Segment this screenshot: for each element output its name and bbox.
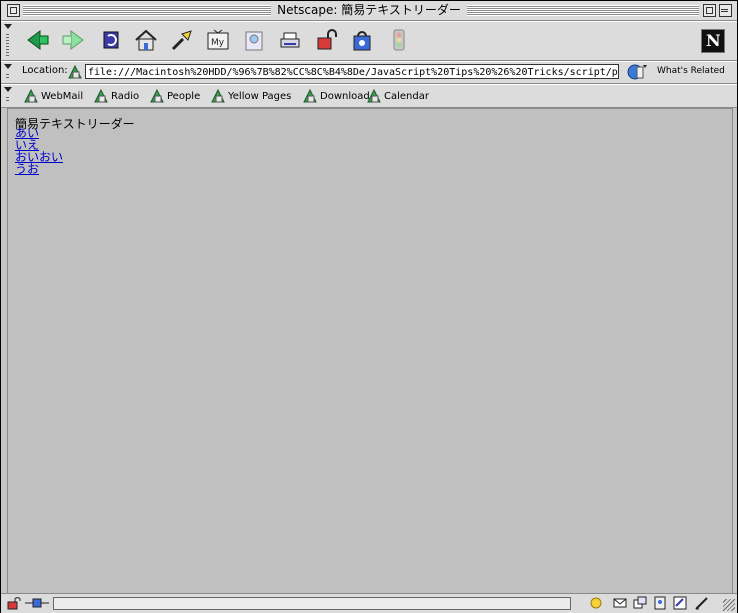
bookmark-icon [303, 88, 317, 103]
progress-bar [53, 597, 571, 610]
personal-item-webmail[interactable]: WebMail [23, 88, 83, 104]
svg-text:My: My [211, 38, 225, 48]
images-button[interactable] [241, 27, 267, 53]
page-content: 簡易テキストリーダー あい いえ おいおい うお [7, 108, 733, 594]
personal-item-label: People [167, 90, 201, 102]
personal-item-label: Yellow Pages [228, 90, 292, 102]
bookmark-icon [211, 88, 225, 103]
security-lock-icon[interactable] [7, 596, 21, 610]
page-link[interactable]: うお [15, 163, 63, 175]
window-title: Netscape: 簡易テキストリーダー [271, 1, 467, 20]
mail-component-icon[interactable] [613, 596, 627, 610]
my-netscape-icon: My [207, 29, 229, 50]
close-box[interactable] [7, 4, 20, 17]
location-url-input[interactable]: file:///Macintosh%20HDD/%96%7B%82%CC%8C%… [85, 64, 619, 79]
personal-item-radio[interactable]: Radio [93, 88, 139, 104]
unlocked-padlock-icon [317, 29, 337, 50]
address-book-component-icon[interactable] [653, 596, 667, 610]
personal-item-label: Calendar [384, 90, 429, 102]
search-flashlight-icon [171, 30, 192, 51]
home-button[interactable] [133, 27, 159, 53]
toolbar-grip[interactable] [3, 64, 13, 81]
whats-related-icon[interactable] [627, 63, 647, 81]
stop-button[interactable] [386, 27, 412, 53]
personal-item-yellow-pages[interactable]: Yellow Pages [210, 88, 291, 104]
personal-item-download[interactable]: Download [302, 88, 370, 104]
images-icon [245, 31, 263, 51]
bookmark-page-icon[interactable] [67, 64, 83, 80]
collapse-box[interactable] [719, 4, 732, 17]
location-label: Location: [22, 65, 68, 76]
personal-item-calendar[interactable]: Calendar [366, 88, 429, 104]
toolbar-grip[interactable] [3, 24, 13, 58]
bookmark-icon [367, 88, 381, 103]
browser-window: Netscape: 簡易テキストリーダー My N Location: file… [0, 0, 738, 613]
newsgroups-component-icon[interactable] [633, 596, 647, 610]
bookmark-icon [24, 88, 38, 103]
bookmark-icon [94, 88, 108, 103]
status-bar [1, 593, 737, 613]
security-button[interactable] [314, 27, 340, 53]
print-button[interactable] [277, 27, 303, 53]
navigator-component-icon[interactable] [589, 596, 603, 610]
online-connection-icon[interactable] [25, 596, 49, 610]
personal-item-label: WebMail [41, 90, 84, 102]
composer-component-icon[interactable] [673, 596, 687, 610]
bookmark-icon [150, 88, 164, 103]
forward-arrow-icon [62, 30, 84, 50]
shopping-bag-icon [353, 31, 371, 51]
navigation-toolbar: My N [1, 21, 737, 61]
pen-edit-icon[interactable] [695, 596, 709, 610]
shop-button[interactable] [349, 27, 375, 53]
location-toolbar: Location: file:///Macintosh%20HDD/%96%7B… [1, 61, 737, 84]
personal-toolbar: WebMail Radio People Yellow Pages Downlo… [1, 84, 737, 108]
home-icon [135, 29, 157, 51]
back-arrow-icon [27, 30, 49, 50]
whats-related-label[interactable]: What's Related [657, 66, 725, 76]
zoom-box[interactable] [703, 4, 716, 17]
reload-button[interactable] [98, 27, 124, 53]
personal-item-people[interactable]: People [149, 88, 200, 104]
link-list: あい いえ おいおい うお [15, 127, 63, 175]
search-button[interactable] [169, 27, 195, 53]
personal-item-label: Radio [111, 90, 140, 102]
printer-icon [280, 32, 300, 48]
stop-light-icon [393, 29, 405, 51]
resize-handle[interactable] [723, 599, 735, 611]
netscape-logo[interactable]: N [701, 29, 725, 53]
personal-item-label: Download [320, 90, 370, 102]
title-bar[interactable]: Netscape: 簡易テキストリーダー [1, 1, 737, 21]
my-netscape-button[interactable]: My [205, 27, 231, 53]
forward-button[interactable] [60, 27, 86, 53]
reload-icon [103, 31, 119, 49]
back-button[interactable] [25, 27, 51, 53]
toolbar-grip[interactable] [3, 87, 13, 105]
